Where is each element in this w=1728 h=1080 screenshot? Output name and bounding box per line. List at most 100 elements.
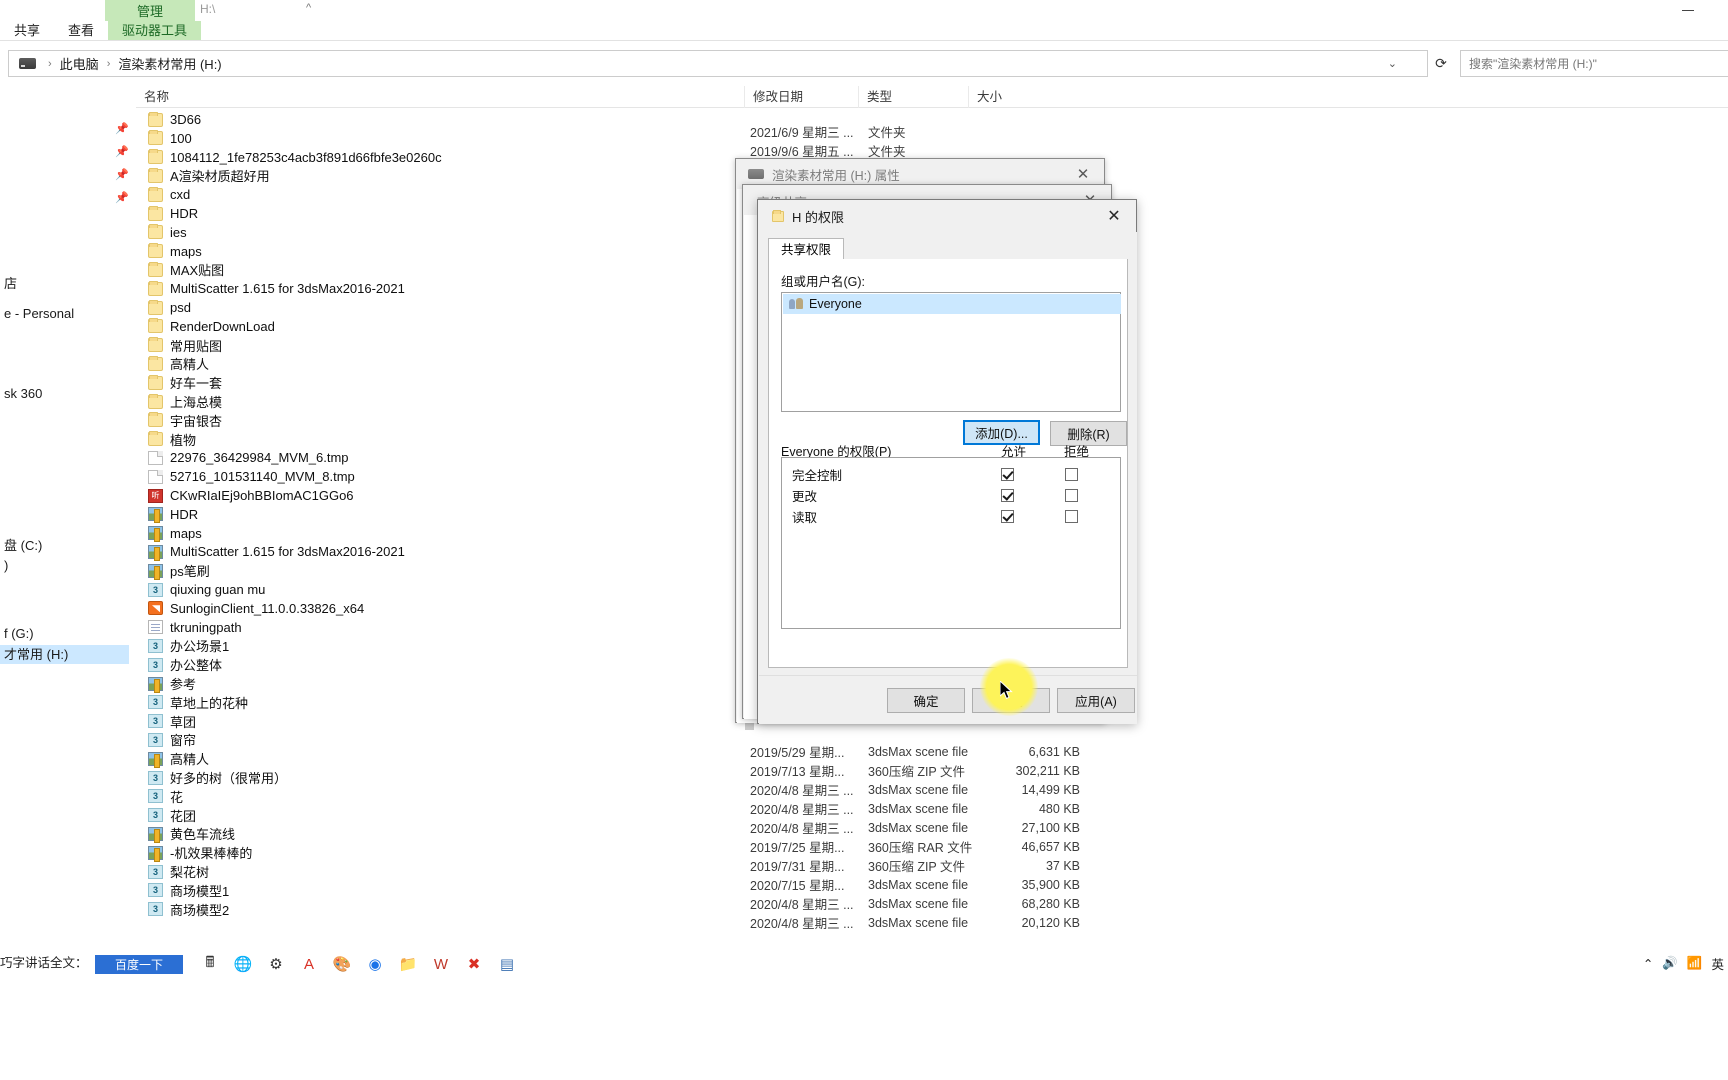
network-icon[interactable]: 📶 [1687, 956, 1703, 971]
file-list-item[interactable]: tkruningpath [136, 618, 756, 637]
column-header-type[interactable]: 类型 [858, 86, 968, 108]
window-controls[interactable] [1682, 4, 1722, 16]
refresh-icon[interactable]: ⟳ [1428, 50, 1454, 77]
file-list-item[interactable]: maps [136, 242, 756, 261]
file-list-item[interactable]: 3 窗帘 [136, 730, 756, 749]
file-list-item[interactable]: 参考 [136, 674, 756, 693]
file-list-item[interactable]: 植物 [136, 430, 756, 449]
file-list-item[interactable]: MultiScatter 1.615 for 3dsMax2016-2021 [136, 542, 756, 561]
app-a-icon[interactable]: A [299, 954, 319, 974]
file-list-item[interactable]: 3 商场模型2 [136, 900, 756, 919]
search-input[interactable]: 搜索"渲染素材常用 (H:)" [1460, 50, 1728, 77]
sidebar-item-4[interactable]: ) [0, 556, 8, 575]
close-icon[interactable]: ✕ [1092, 200, 1136, 231]
minimize-icon[interactable] [1682, 10, 1694, 11]
file-list-item[interactable]: maps [136, 524, 756, 543]
address-bar[interactable]: › 此电脑 › 渲染素材常用 (H:) ⌄ [8, 50, 1428, 77]
file-list-item[interactable]: 3 草团 [136, 712, 756, 731]
wps-icon[interactable]: W [431, 954, 451, 974]
file-list-item[interactable]: ies [136, 223, 756, 242]
deny-checkbox[interactable] [1065, 468, 1078, 481]
system-tray[interactable]: ⌃ 🔊 📶 英 [1643, 954, 1724, 973]
allow-checkbox[interactable] [1001, 468, 1014, 481]
users-listbox[interactable]: Everyone [781, 292, 1121, 412]
file-list-item[interactable]: MultiScatter 1.615 for 3dsMax2016-2021 [136, 279, 756, 298]
list-item-everyone[interactable]: Everyone [783, 294, 1121, 314]
file-list-item[interactable]: A渲染材质超好用 [136, 166, 756, 185]
file-list-item[interactable]: 3花 [136, 787, 756, 806]
sidebar-item-3[interactable]: 盘 (C:) [0, 536, 42, 555]
ribbon-tab-view[interactable]: 查看 [54, 21, 108, 40]
permissions-dialog[interactable]: H 的权限 ✕ 共享权限 组或用户名(G): Everyone 添加(D)...… [757, 199, 1137, 724]
pin-icon[interactable]: 📌 [115, 122, 129, 135]
file-list-item[interactable]: 3 花团 [136, 806, 756, 825]
ribbon-tab-drive-tools[interactable]: 驱动器工具 [108, 21, 202, 40]
file-list-item[interactable]: HDR [136, 505, 756, 524]
file-list-item[interactable]: 3 草地上的花种 [136, 693, 756, 712]
file-list-item[interactable]: SunloginClient_11.0.0.33826_x64 [136, 599, 756, 618]
sidebar-item-0[interactable]: 店 [0, 274, 17, 293]
taskbar[interactable]: 巧字讲话全文： 百度一下 ⌃ 🔊 📶 英 🖩 🌐 ⚙ A 🎨 ◉ 📁 W ✖ ▤ [0, 952, 1728, 1080]
allow-checkbox[interactable] [1001, 489, 1014, 502]
explorer-icon[interactable]: 📁 [398, 954, 418, 974]
calculator-icon[interactable]: 🖩 [200, 954, 220, 974]
file-list-item[interactable]: 100 [136, 129, 756, 148]
column-header-date[interactable]: 修改日期 [744, 86, 858, 108]
file-list-item[interactable]: 常用贴图 [136, 336, 756, 355]
pin-icon[interactable]: 📌 [115, 191, 129, 204]
file-list-item[interactable]: 3 好多的树（很常用） [136, 768, 756, 787]
ribbon-contextual-tab[interactable]: 管理 [105, 0, 195, 21]
permission-row[interactable]: 读取 [782, 506, 1120, 527]
file-list-item[interactable]: ps笔刷 [136, 561, 756, 580]
file-list-item[interactable]: HDR [136, 204, 756, 223]
column-header-name[interactable]: 名称 [136, 86, 742, 108]
speaker-icon[interactable]: 🔊 [1662, 956, 1678, 971]
column-header-size[interactable]: 大小 [968, 86, 1046, 108]
file-list-item[interactable]: psd [136, 298, 756, 317]
file-list-item[interactable]: MAX贴图 [136, 260, 756, 279]
file-list-item[interactable]: 22976_36429984_MVM_6.tmp [136, 448, 756, 467]
breadcrumb-this-pc[interactable]: 此电脑 [58, 54, 101, 73]
ime-icon[interactable]: 英 [1711, 954, 1724, 973]
file-list-item[interactable]: RenderDownLoad [136, 317, 756, 336]
pin-icon[interactable]: 📌 [115, 168, 129, 181]
file-list-item[interactable]: 好车一套 [136, 373, 756, 392]
file-list-item[interactable]: 3 梨花树 [136, 862, 756, 881]
file-list-item[interactable]: 黄色车流线 [136, 824, 756, 843]
permissions-table[interactable]: 完全控制 更改 读取 [781, 457, 1121, 629]
file-list-item[interactable]: 上海总模 [136, 392, 756, 411]
sidebar-item-2[interactable]: sk 360 [0, 384, 42, 403]
allow-checkbox[interactable] [1001, 510, 1014, 523]
baidu-search-button[interactable]: 百度一下 [95, 955, 183, 974]
file-list-item[interactable]: 3 qiuxing guan mu [136, 580, 756, 599]
permission-row[interactable]: 完全控制 [782, 464, 1120, 485]
pin-icon[interactable]: 📌 [115, 145, 129, 158]
chrome-icon[interactable]: ◉ [365, 954, 385, 974]
navigation-pane[interactable]: 店 e - Personal sk 360 盘 (C:)) f (G:) 才常用 (H:)… [0, 108, 135, 958]
file-list-item[interactable]: 高精人 [136, 354, 756, 373]
breadcrumb-drive-h[interactable]: 渲染素材常用 (H:) [116, 54, 223, 73]
file-list-item[interactable]: 3 办公场景1 [136, 636, 756, 655]
globe-icon[interactable]: 🌐 [233, 954, 253, 974]
file-list-item[interactable]: 高精人 [136, 749, 756, 768]
file-list-item[interactable]: 3D66 [136, 110, 756, 129]
tab-share-permissions[interactable]: 共享权限 [768, 238, 845, 260]
deny-checkbox[interactable] [1065, 510, 1078, 523]
ok-button[interactable]: 确定 [887, 688, 965, 713]
sidebar-item-5[interactable]: f (G:) [0, 624, 34, 643]
file-list-item[interactable]: 1084112_1fe78253c4acb3f891d66fbfe3e0260c [136, 148, 756, 167]
gear-icon[interactable]: ⚙ [266, 954, 286, 974]
chevron-down-icon[interactable]: ⌄ [1388, 57, 1397, 70]
close-x-icon[interactable]: ✖ [464, 954, 484, 974]
deny-checkbox[interactable] [1065, 489, 1078, 502]
file-list-item[interactable]: -机效果棒棒的 [136, 843, 756, 862]
sidebar-item-1[interactable]: e - Personal [0, 304, 74, 323]
chevron-up-icon[interactable]: ⌃ [1643, 956, 1653, 971]
file-list-item[interactable]: 宇宙银杏 [136, 411, 756, 430]
file-list[interactable]: 3D66 100 1084112_1fe78253c4acb3f891d66fbfe… [136, 110, 756, 940]
apply-button[interactable]: 应用(A) [1057, 688, 1135, 713]
file-list-item[interactable]: 3 商场模型1 [136, 881, 756, 900]
sidebar-item-6[interactable]: 才常用 (H:) [0, 645, 129, 664]
ribbon-tab-share[interactable]: 共享 [0, 21, 54, 40]
file-list-item[interactable]: 3 办公整体 [136, 655, 756, 674]
